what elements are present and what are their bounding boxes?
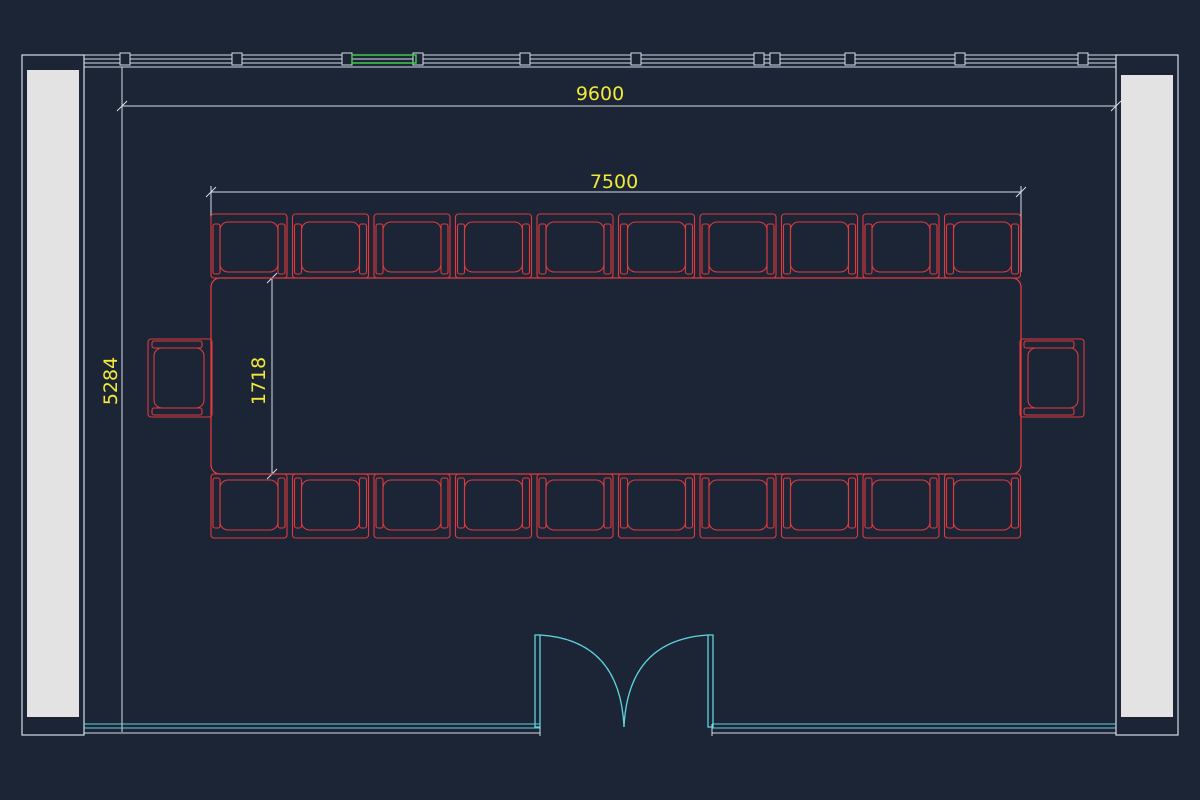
chair-top-2 <box>291 213 370 279</box>
room-depth-label: 5284 <box>100 357 122 405</box>
chair-bottom-6 <box>617 473 696 539</box>
floor-plan-canvas: 9600 7500 5284 1718 <box>21 52 1179 736</box>
chair-top-6 <box>617 213 696 279</box>
chair-top-8 <box>780 213 859 279</box>
window-mullion <box>630 52 642 66</box>
chair-bottom-3 <box>373 473 451 539</box>
chair-top-9 <box>862 213 940 279</box>
table-width-label: 7500 <box>590 171 638 193</box>
dimension-table-depth: 1718 <box>248 272 278 480</box>
window-mullion <box>753 52 765 66</box>
window-mullion <box>341 52 353 66</box>
bottom-wall <box>84 723 1116 729</box>
chair-bottom-8 <box>780 473 859 539</box>
dimension-room-width: 9600 <box>116 67 1122 112</box>
chair-bottom-2 <box>291 473 370 539</box>
chair-top-1 <box>210 213 288 279</box>
chair-bottom-1 <box>210 473 288 539</box>
window-mullion <box>769 52 781 66</box>
window-mullion <box>519 52 531 66</box>
door-swing-right <box>623 634 709 728</box>
chair-bottom-10 <box>943 473 1022 539</box>
window-mullion <box>844 52 856 66</box>
left-side-panel <box>21 54 85 736</box>
chair-left-1 <box>147 338 213 418</box>
right-side-panel <box>1115 54 1179 736</box>
room-width-label: 9600 <box>576 83 624 105</box>
bottom-wall-outline <box>84 724 1116 736</box>
door-swing-left <box>539 634 625 728</box>
chair-bottom-4 <box>454 473 533 539</box>
double-door <box>534 634 714 728</box>
chairs-group <box>147 213 1085 539</box>
window-mullion <box>1077 52 1089 66</box>
chair-bottom-7 <box>699 473 777 539</box>
chair-top-3 <box>373 213 451 279</box>
window-mullion <box>231 52 243 66</box>
table-depth-label: 1718 <box>248 357 270 405</box>
conference-table <box>210 277 1022 475</box>
chair-bottom-9 <box>862 473 940 539</box>
door-leaf-right <box>707 634 714 728</box>
window-mullion <box>954 52 966 66</box>
chair-top-10 <box>943 213 1022 279</box>
dimension-room-depth: 5284 <box>100 357 122 405</box>
window-mullion <box>119 52 131 66</box>
chair-right-1 <box>1019 338 1085 418</box>
chair-top-4 <box>454 213 533 279</box>
chair-bottom-5 <box>536 473 614 539</box>
chair-top-5 <box>536 213 614 279</box>
door-leaf-left <box>534 634 541 728</box>
chair-top-7 <box>699 213 777 279</box>
